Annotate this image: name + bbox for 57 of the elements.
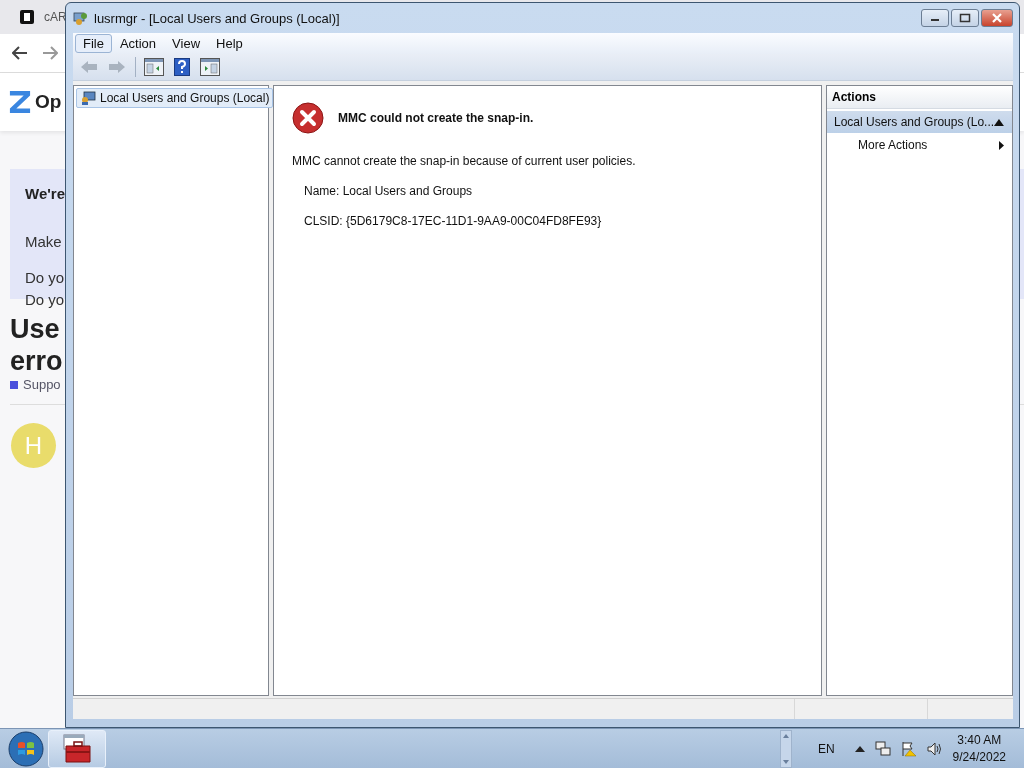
show-hide-tree-icon: [144, 58, 164, 76]
language-indicator[interactable]: EN: [817, 741, 835, 756]
browser-tab-title[interactable]: cAR: [44, 10, 67, 24]
notice-text: Make: [25, 232, 62, 252]
forward-arrow-icon: [108, 60, 126, 74]
article-heading: Use: [9, 313, 60, 345]
flag-warning-icon[interactable]: [900, 740, 917, 757]
toolbar-button[interactable]: [198, 56, 222, 78]
tree-item[interactable]: Local Users and Groups (Local): [76, 88, 274, 108]
menu-item[interactable]: Help: [208, 34, 251, 53]
clock-time: 3:40 AM: [957, 733, 1002, 747]
notice-text: Do yo: [25, 290, 65, 310]
error-detail: Name: Local Users and Groups: [304, 184, 474, 198]
taskbar-app-button[interactable]: [48, 729, 106, 768]
tag-square-icon: [10, 380, 18, 389]
help-icon: [174, 58, 190, 76]
network-icon[interactable]: [874, 740, 891, 757]
notice-title: We're: [25, 185, 65, 202]
close-button[interactable]: [981, 9, 1013, 27]
category-tag[interactable]: Suppo: [23, 377, 61, 392]
submenu-arrow-icon: [999, 140, 1004, 150]
error-message: MMC cannot create the snap-in because of current user policies.: [292, 154, 637, 168]
site-logo-icon: [20, 10, 34, 24]
actions-section-header[interactable]: Local Users and Groups (Lo...: [827, 111, 1012, 133]
menu-item[interactable]: Action: [111, 34, 165, 53]
scroll-arrows-icon[interactable]: [779, 729, 792, 768]
clock[interactable]: 3:40 AM 9/24/2022: [952, 733, 1006, 764]
error-icon: [292, 102, 324, 134]
users-computer-icon: [80, 90, 96, 106]
clock-date: 9/24/2022: [952, 750, 1006, 764]
menu-item[interactable]: View: [164, 34, 209, 53]
logo-icon: [9, 90, 31, 114]
section-label: Local Users and Groups (Lo...: [834, 115, 995, 129]
back-arrow-icon: [80, 60, 98, 74]
start-button[interactable]: [6, 729, 46, 768]
toolbar-button[interactable]: [142, 56, 166, 78]
toolbox-icon: [60, 733, 94, 764]
action-item[interactable]: More Actions: [827, 133, 1012, 157]
speaker-icon[interactable]: [926, 740, 943, 757]
error-title: MMC could not create the snap-in.: [338, 111, 534, 125]
back-arrow-icon[interactable]: [12, 46, 28, 60]
error-detail: CLSID: {5D6179C8-17EC-11D1-9AA9-00C04FD8FE93}: [304, 214, 603, 228]
close-icon: [991, 13, 1003, 23]
maximize-icon: [959, 13, 971, 23]
forward-arrow-icon[interactable]: [42, 46, 58, 60]
show-hidden-icons-icon[interactable]: [854, 745, 865, 752]
maximize-button[interactable]: [951, 9, 979, 27]
avatar: H: [11, 423, 56, 468]
show-hide-action-pane-icon: [200, 58, 220, 76]
app-icon: [73, 10, 89, 26]
window-title: lusrmgr - [Local Users and Groups (Local)]: [94, 10, 341, 26]
article-heading: erro: [9, 345, 63, 377]
menu-item[interactable]: File: [75, 34, 112, 53]
actions-header: Actions: [827, 86, 1012, 109]
notice-text: Do yo: [25, 268, 65, 288]
site-name: Op: [35, 91, 62, 113]
minimize-button[interactable]: [921, 9, 949, 27]
